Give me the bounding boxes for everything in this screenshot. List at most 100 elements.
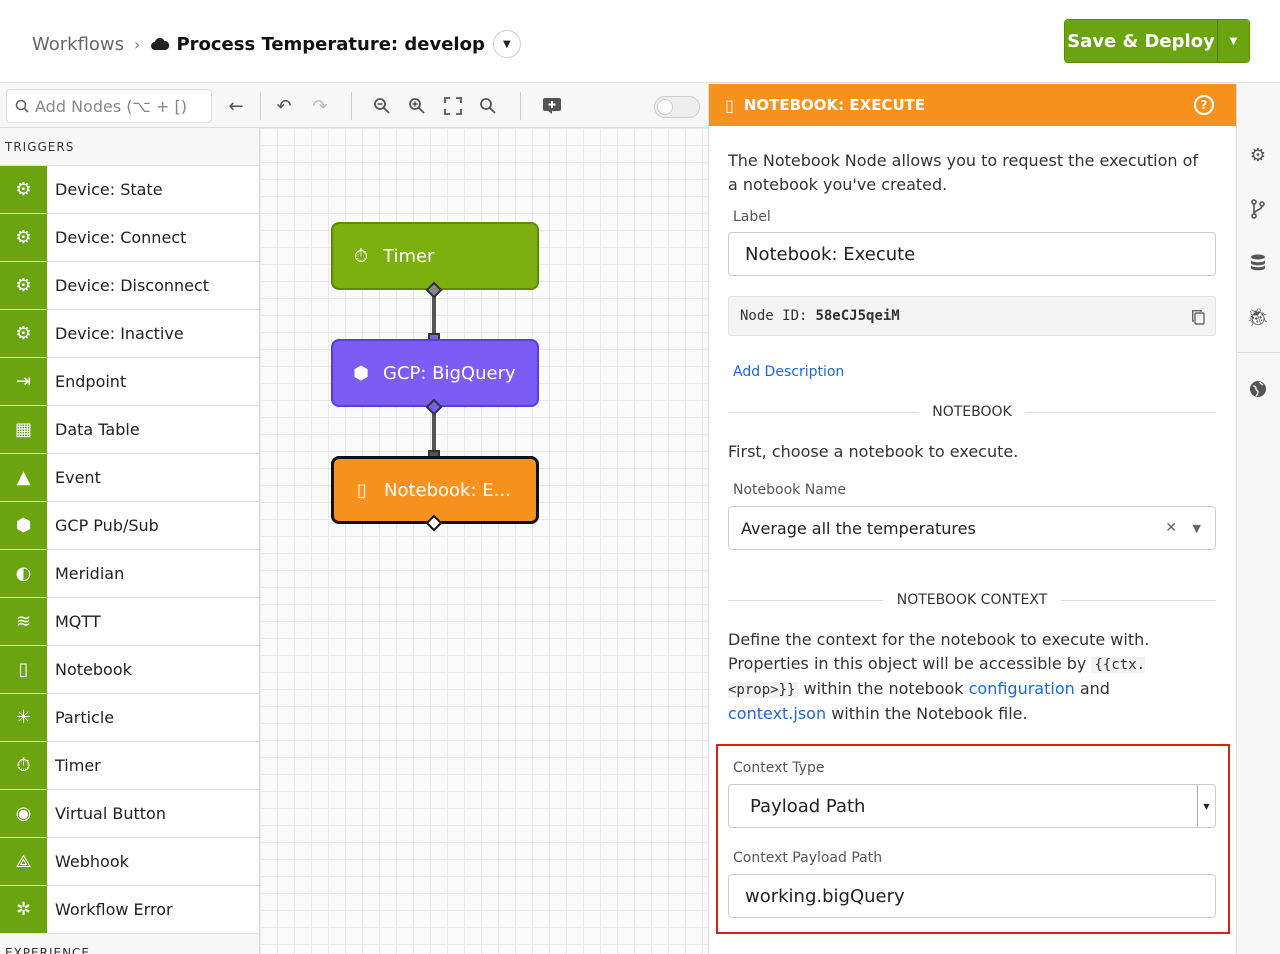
error-icon: ✲ xyxy=(0,886,47,933)
palette-item-label: Device: State xyxy=(55,180,163,199)
gcp-icon: ⬢ xyxy=(0,502,47,549)
workflow-canvas[interactable]: ⏱ Timer ⬢ GCP: BigQuery ▯ Notebook: E... xyxy=(260,128,708,954)
palette-item-device-connect[interactable]: ⚙ Device: Connect xyxy=(0,214,259,262)
zoom-in-icon xyxy=(409,98,425,114)
palette-item-label: MQTT xyxy=(55,612,101,631)
notebook-name-value: Average all the temperatures xyxy=(741,518,976,538)
palette-item-device-disconnect[interactable]: ⚙ Device: Disconnect xyxy=(0,262,259,310)
chip-icon: ⚙ xyxy=(0,214,47,261)
top-bar: Workflows › Process Temperature: develop… xyxy=(0,0,1280,83)
node-id-box: Node ID: 58eCJ5qeiM xyxy=(728,296,1216,336)
palette-item-meridian[interactable]: ◐ Meridian xyxy=(0,550,259,598)
palette-item-label: Endpoint xyxy=(55,372,127,391)
clear-icon[interactable]: ✕ xyxy=(1165,520,1177,536)
versions-button[interactable] xyxy=(1247,198,1269,220)
palette-item-device-state[interactable]: ⚙ Device: State xyxy=(0,166,259,214)
caret-down-icon: ▼ xyxy=(1229,35,1238,47)
section-experience: EXPERIENCE xyxy=(0,934,259,954)
palette-item-virtual-button[interactable]: ◉ Virtual Button xyxy=(0,790,259,838)
save-deploy-button[interactable]: Save & Deploy xyxy=(1065,20,1217,62)
palette-item-label: Webhook xyxy=(55,852,129,871)
undo-button[interactable]: ↶ xyxy=(272,94,296,118)
palette-item-data-table[interactable]: ▦ Data Table xyxy=(0,406,259,454)
search-icon xyxy=(15,99,29,113)
redo-button[interactable]: ↷ xyxy=(308,94,332,118)
breadcrumb-workflows-link[interactable]: Workflows xyxy=(32,34,124,55)
zoom-out-button[interactable] xyxy=(370,94,394,118)
node-label: GCP: BigQuery xyxy=(383,362,516,384)
toolbar-divider xyxy=(351,92,352,120)
notebook-section-divider: NOTEBOOK xyxy=(728,404,1216,420)
copy-icon[interactable] xyxy=(1191,309,1205,325)
node-id-label: Node ID: xyxy=(740,308,808,324)
palette-item-timer[interactable]: ⏱ Timer xyxy=(0,742,259,790)
fit-view-button[interactable] xyxy=(441,94,465,118)
palette-item-label: Device: Inactive xyxy=(55,324,184,343)
label-input-value: Notebook: Execute xyxy=(745,243,916,265)
workflow-menu-button[interactable]: ▼ xyxy=(492,30,521,58)
palette-item-device-inactive[interactable]: ⚙ Device: Inactive xyxy=(0,310,259,358)
zoom-out-icon xyxy=(374,98,390,114)
node-id-value: 58eCJ5qeiM xyxy=(815,308,900,324)
palette-item-label: GCP Pub/Sub xyxy=(55,516,159,535)
context-json-link[interactable]: context.json xyxy=(728,704,826,723)
button-icon: ◉ xyxy=(0,790,47,837)
canvas-toolbar: ← ↶ ↷ xyxy=(0,84,708,128)
table-icon: ▦ xyxy=(0,406,47,453)
palette-item-label: Device: Connect xyxy=(55,228,187,247)
node-label: Timer xyxy=(383,245,435,267)
right-rail: ⚙ 🐞︎ xyxy=(1236,84,1280,954)
palette-item-label: Particle xyxy=(55,708,115,727)
debug-toggle[interactable] xyxy=(654,96,700,118)
section-title: NOTEBOOK CONTEXT xyxy=(896,592,1048,608)
endpoint-icon: ⇥ xyxy=(0,358,47,405)
palette-item-event[interactable]: ▲ Event xyxy=(0,454,259,502)
bug-icon: 🐞︎ xyxy=(1246,306,1270,328)
database-icon xyxy=(1251,254,1265,271)
add-comment-button[interactable] xyxy=(540,94,564,118)
palette-item-mqtt[interactable]: ≋ MQTT xyxy=(0,598,259,646)
toolbar-divider xyxy=(260,92,261,120)
workflow-node-timer[interactable]: ⏱ Timer xyxy=(331,222,539,290)
chip-icon: ⚙ xyxy=(0,166,47,213)
deploy-options-button[interactable]: ▼ xyxy=(1217,20,1249,62)
cloud-icon xyxy=(151,37,170,50)
zoom-reset-button[interactable] xyxy=(476,94,500,118)
palette-item-label: Timer xyxy=(55,756,101,775)
globals-button[interactable] xyxy=(1247,378,1269,400)
section-title: NOTEBOOK xyxy=(932,404,1012,420)
zoom-in-button[interactable] xyxy=(405,94,429,118)
workflow-node-bigquery[interactable]: ⬢ GCP: BigQuery xyxy=(331,339,539,407)
add-nodes-search xyxy=(6,89,212,123)
help-icon[interactable]: ? xyxy=(1194,95,1214,115)
label-field-label: Label xyxy=(733,209,771,225)
label-input[interactable]: Notebook: Execute xyxy=(728,232,1216,276)
palette-item-webhook[interactable]: ⟁ Webhook xyxy=(0,838,259,886)
palette-item-notebook[interactable]: ▯ Notebook xyxy=(0,646,259,694)
rail-divider xyxy=(1237,352,1280,353)
page-title: Process Temperature: develop xyxy=(176,33,485,55)
palette-item-particle[interactable]: ✳ Particle xyxy=(0,694,259,742)
toggle-knob xyxy=(657,99,673,115)
collapse-palette-button[interactable]: ← xyxy=(224,94,248,118)
notebook-name-select[interactable]: Average all the temperatures ✕ ▼ xyxy=(728,506,1216,550)
webhook-icon: ⟁ xyxy=(0,838,47,885)
workflow-node-notebook[interactable]: ▯ Notebook: E... xyxy=(331,456,539,524)
timer-icon: ⏱ xyxy=(0,742,47,789)
palette-item-gcp-pub-sub[interactable]: ⬢ GCP Pub/Sub xyxy=(0,502,259,550)
palette-item-endpoint[interactable]: ⇥ Endpoint xyxy=(0,358,259,406)
debug-button[interactable]: 🐞︎ xyxy=(1246,306,1270,328)
add-description-link[interactable]: Add Description xyxy=(733,364,1216,380)
timer-icon: ⏱ xyxy=(353,245,369,267)
add-nodes-input[interactable] xyxy=(35,96,205,116)
notebook-icon: ▯ xyxy=(725,95,734,115)
settings-button[interactable]: ⚙ xyxy=(1247,144,1269,166)
palette-item-label: Workflow Error xyxy=(55,900,173,919)
palette-item-workflow-error[interactable]: ✲ Workflow Error xyxy=(0,886,259,934)
storage-button[interactable] xyxy=(1247,252,1269,274)
configuration-link[interactable]: configuration xyxy=(969,679,1075,698)
chip-icon: ⚙ xyxy=(0,310,47,357)
chip-icon: ⚙ xyxy=(0,262,47,309)
notebook-name-label: Notebook Name xyxy=(733,482,847,498)
mqtt-icon: ≋ xyxy=(0,598,47,645)
